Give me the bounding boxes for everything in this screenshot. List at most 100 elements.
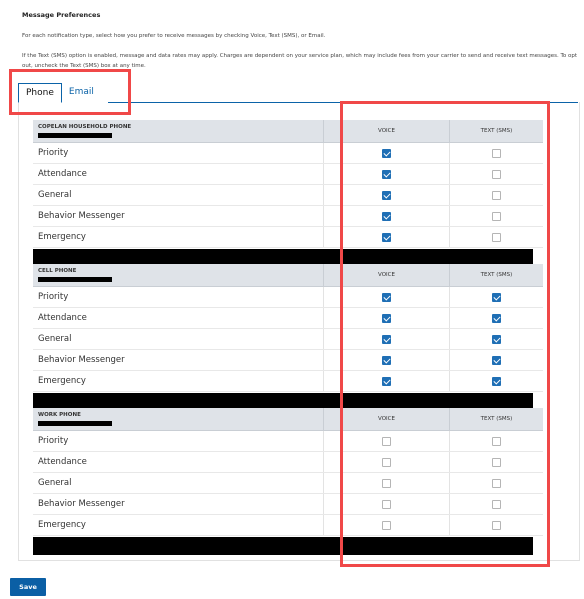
- notification-row: Emergency: [33, 227, 543, 248]
- notification-row: Behavior Messenger: [33, 206, 543, 227]
- voice-cell: [323, 227, 449, 247]
- voice-checkbox[interactable]: [382, 499, 391, 509]
- text-cell: [449, 494, 543, 514]
- text-cell: [449, 329, 543, 349]
- text-sms-checkbox[interactable]: [492, 148, 501, 158]
- redacted-phone-number: [38, 421, 112, 426]
- section-header: WORK PHONE VOICE TEXT (SMS): [33, 408, 543, 431]
- intro-text: For each notification type, select how y…: [22, 33, 326, 39]
- text-sms-checkbox[interactable]: [492, 313, 501, 323]
- text-sms-checkbox[interactable]: [492, 499, 501, 509]
- notification-type-label: Attendance: [38, 457, 87, 467]
- notification-type-label: Behavior Messenger: [38, 499, 125, 509]
- notification-row: Priority: [33, 287, 543, 308]
- voice-checkbox[interactable]: [382, 190, 391, 200]
- voice-column-header: VOICE: [323, 408, 449, 430]
- voice-cell: [323, 515, 449, 535]
- voice-checkbox[interactable]: [382, 334, 391, 344]
- voice-cell: [323, 473, 449, 493]
- notification-type-label: General: [38, 478, 72, 488]
- text-sms-checkbox[interactable]: [492, 334, 501, 344]
- text-cell: [449, 164, 543, 184]
- voice-cell: [323, 371, 449, 391]
- notification-type-label: General: [38, 190, 72, 200]
- notification-row: Attendance: [33, 164, 543, 185]
- phone-type-label: CELL PHONE: [38, 268, 77, 274]
- text-sms-checkbox[interactable]: [492, 292, 501, 302]
- voice-cell: [323, 494, 449, 514]
- text-cell: [449, 308, 543, 328]
- text-sms-checkbox[interactable]: [492, 478, 501, 488]
- sms-rates-note: If the Text (SMS) option is enabled, mes…: [22, 53, 578, 69]
- notification-type-label: General: [38, 334, 72, 344]
- text-cell: [449, 287, 543, 307]
- redacted-bar: [33, 537, 533, 555]
- voice-cell: [323, 350, 449, 370]
- tab-bar: Phone Email: [18, 83, 101, 103]
- text-sms-checkbox[interactable]: [492, 190, 501, 200]
- voice-column-header: VOICE: [323, 264, 449, 286]
- notification-type-label: Priority: [38, 292, 69, 302]
- voice-cell: [323, 308, 449, 328]
- text-sms-column-header: TEXT (SMS): [449, 264, 543, 286]
- text-sms-checkbox[interactable]: [492, 169, 501, 179]
- voice-checkbox[interactable]: [382, 436, 391, 446]
- voice-cell: [323, 143, 449, 163]
- notification-type-label: Attendance: [38, 313, 87, 323]
- voice-cell: [323, 185, 449, 205]
- section-heading: CELL PHONE: [33, 264, 323, 286]
- text-sms-column-header: TEXT (SMS): [449, 408, 543, 430]
- text-sms-checkbox[interactable]: [492, 355, 501, 365]
- text-sms-checkbox[interactable]: [492, 232, 501, 242]
- text-cell: [449, 206, 543, 226]
- voice-checkbox[interactable]: [382, 376, 391, 386]
- voice-checkbox[interactable]: [382, 478, 391, 488]
- voice-checkbox[interactable]: [382, 211, 391, 221]
- tab-email[interactable]: Email: [62, 83, 101, 102]
- section-heading: COPELAN HOUSEHOLD PHONE: [33, 120, 323, 142]
- notification-type-label: Priority: [38, 436, 69, 446]
- notification-row: Priority: [33, 431, 543, 452]
- notification-type-label: Behavior Messenger: [38, 355, 125, 365]
- notification-type-label: Attendance: [38, 169, 87, 179]
- text-cell: [449, 371, 543, 391]
- notification-row: Behavior Messenger: [33, 350, 543, 371]
- text-cell: [449, 185, 543, 205]
- voice-checkbox[interactable]: [382, 313, 391, 323]
- text-cell: [449, 452, 543, 472]
- text-sms-checkbox[interactable]: [492, 457, 501, 467]
- text-cell: [449, 143, 543, 163]
- notification-type-label: Priority: [38, 148, 69, 158]
- voice-cell: [323, 431, 449, 451]
- text-cell: [449, 350, 543, 370]
- notification-row: Attendance: [33, 308, 543, 329]
- section-heading: WORK PHONE: [33, 408, 323, 430]
- text-sms-checkbox[interactable]: [492, 436, 501, 446]
- notification-type-label: Behavior Messenger: [38, 211, 125, 221]
- notification-type-label: Emergency: [38, 520, 86, 530]
- tab-phone[interactable]: Phone: [18, 83, 62, 103]
- voice-checkbox[interactable]: [382, 232, 391, 242]
- notification-row: Priority: [33, 143, 543, 164]
- voice-checkbox[interactable]: [382, 169, 391, 179]
- voice-cell: [323, 206, 449, 226]
- notification-row: General: [33, 329, 543, 350]
- voice-cell: [323, 329, 449, 349]
- text-sms-checkbox[interactable]: [492, 520, 501, 530]
- text-sms-checkbox[interactable]: [492, 376, 501, 386]
- voice-checkbox[interactable]: [382, 355, 391, 365]
- save-button[interactable]: Save: [10, 578, 46, 596]
- text-sms-checkbox[interactable]: [492, 211, 501, 221]
- text-sms-column-header: TEXT (SMS): [449, 120, 543, 142]
- voice-cell: [323, 452, 449, 472]
- notification-type-label: Emergency: [38, 376, 86, 386]
- notification-row: Emergency: [33, 371, 543, 392]
- voice-checkbox[interactable]: [382, 148, 391, 158]
- voice-column-header: VOICE: [323, 120, 449, 142]
- notification-row: General: [33, 473, 543, 494]
- voice-checkbox[interactable]: [382, 520, 391, 530]
- voice-checkbox[interactable]: [382, 457, 391, 467]
- notification-type-label: Emergency: [38, 232, 86, 242]
- voice-checkbox[interactable]: [382, 292, 391, 302]
- phone-type-label: WORK PHONE: [38, 412, 81, 418]
